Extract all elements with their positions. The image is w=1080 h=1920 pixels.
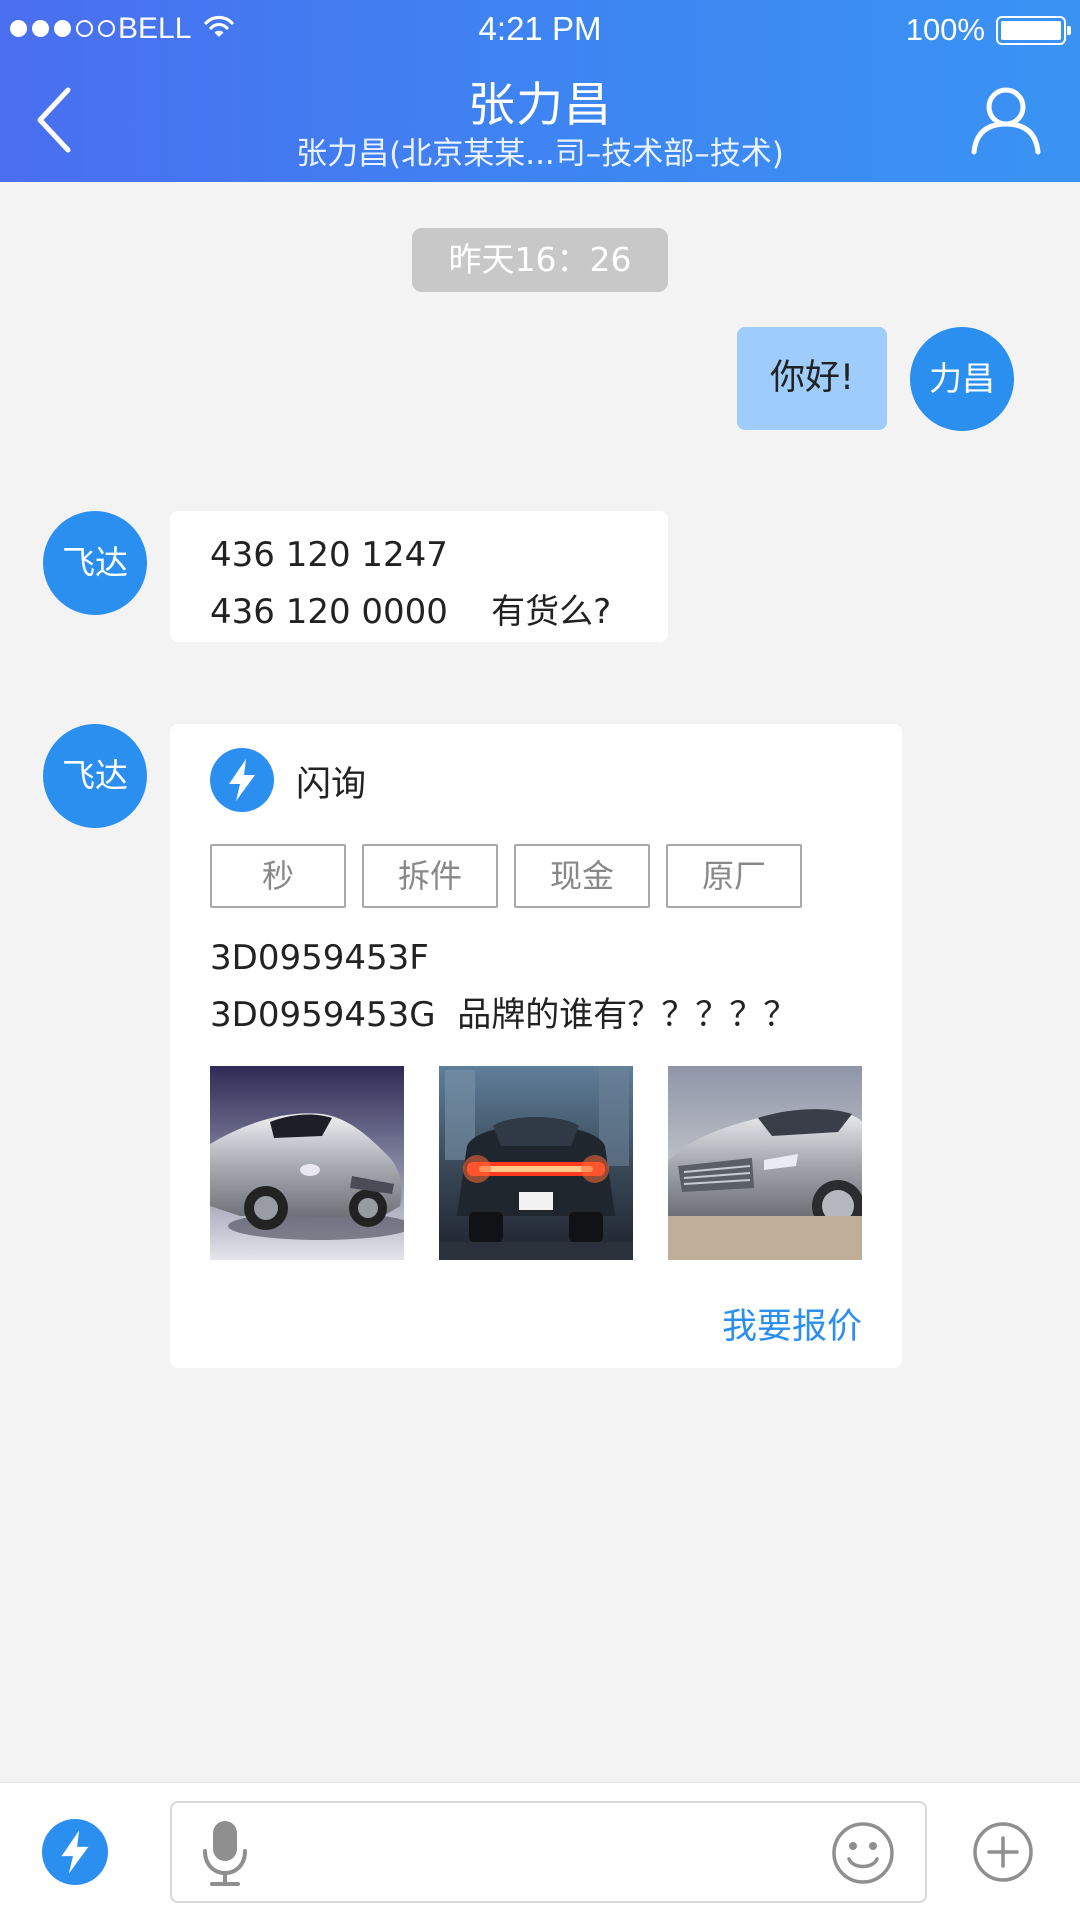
message-input[interactable] bbox=[170, 1801, 927, 1903]
tag-item[interactable]: 现金 bbox=[514, 844, 650, 908]
message-line: 436 120 0000 有货么? bbox=[210, 592, 612, 632]
part-number-line: 3D0959453G 品牌的谁有？？？？？ bbox=[210, 995, 798, 1035]
part-number-line: 3D0959453F bbox=[210, 938, 429, 978]
sender-avatar[interactable]: 飞达 bbox=[43, 724, 147, 828]
person-icon bbox=[971, 87, 1041, 155]
silver-sports-car-image[interactable] bbox=[210, 1066, 404, 1260]
message-input-bar bbox=[0, 1782, 1080, 1920]
lightning-icon bbox=[42, 1819, 108, 1885]
contact-profile-button[interactable] bbox=[968, 82, 1044, 158]
request-quote-link[interactable]: 我要报价 bbox=[722, 1298, 862, 1349]
plus-circle-icon bbox=[973, 1822, 1033, 1882]
voice-input-button[interactable] bbox=[200, 1817, 250, 1889]
page-subtitle: 张力昌(北京某某...司–技术部–技术) bbox=[296, 136, 784, 172]
card-title: 闪询 bbox=[296, 765, 367, 805]
emoji-button[interactable] bbox=[831, 1821, 895, 1885]
message-line: 436 120 1247 bbox=[210, 535, 448, 575]
microphone-icon bbox=[203, 1821, 247, 1886]
lightning-icon bbox=[210, 748, 274, 812]
sender-avatar[interactable]: 飞达 bbox=[43, 511, 147, 615]
card-message: 3D0959453F 3D0959453G 品牌的谁有？？？？？ bbox=[210, 930, 797, 1044]
tag-item[interactable]: 秒 bbox=[210, 844, 346, 908]
flash-inquiry-button[interactable] bbox=[42, 1819, 108, 1885]
more-options-button[interactable] bbox=[972, 1821, 1034, 1883]
battery-icon bbox=[996, 16, 1071, 45]
tag-list: 秒 拆件 现金 原厂 bbox=[210, 844, 818, 908]
image-gallery bbox=[210, 1066, 862, 1260]
car-rear-taillights-image[interactable] bbox=[439, 1066, 633, 1260]
tag-item[interactable]: 拆件 bbox=[362, 844, 498, 908]
page-title: 张力昌 bbox=[468, 78, 612, 133]
battery-percentage: 100% bbox=[905, 12, 985, 47]
tag-item[interactable]: 原厂 bbox=[666, 844, 802, 908]
incoming-message-bubble[interactable]: 436 120 1247 436 120 0000 有货么? bbox=[170, 511, 668, 642]
inquiry-card[interactable]: 闪询 秒 拆件 现金 原厂 3D0959453F 3D0959453G 品牌的谁… bbox=[170, 724, 902, 1368]
message-timestamp: 昨天16：26 bbox=[412, 228, 668, 292]
chat-header: BELL 4:21 PM 100% 张力昌 张力昌(北京某某...司–技术部–技… bbox=[0, 0, 1080, 182]
smiley-icon bbox=[832, 1822, 894, 1884]
my-avatar[interactable]: 力昌 bbox=[910, 327, 1014, 431]
silver-coupe-front-image[interactable] bbox=[668, 1066, 862, 1260]
outgoing-message-bubble[interactable]: 你好! bbox=[737, 327, 887, 430]
status-bar: BELL 4:21 PM 100% bbox=[0, 0, 1080, 58]
